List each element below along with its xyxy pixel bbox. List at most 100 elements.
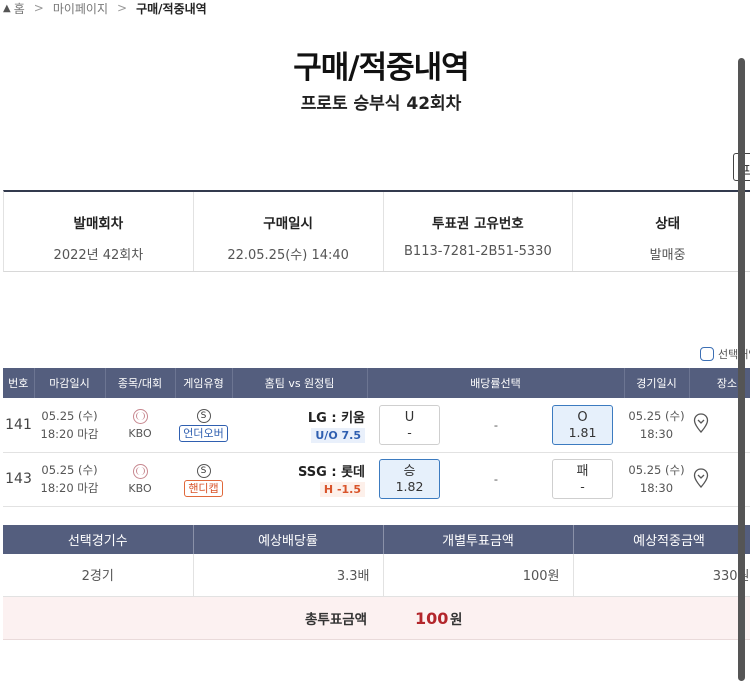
- odds-mid: -: [493, 417, 499, 432]
- breadcrumb-item-current: 구매/적중내역: [136, 1, 207, 16]
- line-badge: H -1.5: [319, 482, 365, 497]
- vertical-scrollbar[interactable]: [738, 58, 745, 681]
- odds-button-win[interactable]: 승 1.82: [379, 459, 440, 499]
- summary-table: 선택경기수 예상배당률 개별투표금액 예상적중금액 2경기 3.3배 100원 …: [3, 525, 750, 597]
- line-badge: U/O 7.5: [311, 427, 365, 443]
- odds-mid: -: [493, 472, 499, 486]
- summary-header: 선택경기수 예상배당률 개별투표금액 예상적중금액: [3, 525, 750, 554]
- table-header: 번호 마감일시 종목/대회 게임유형 홈팀 vs 원정팀 배당률선택 경기일시 …: [3, 368, 750, 398]
- chevron-right-icon: >: [33, 1, 44, 15]
- column-header: 경기일시: [624, 368, 690, 398]
- summary-row: 2경기 3.3배 100원 330원: [3, 554, 750, 597]
- game-date-cell: 05.25 (수) 18:30: [624, 452, 689, 507]
- info-status: 상태 발매중: [573, 192, 750, 271]
- chevron-right-icon: >: [117, 1, 128, 15]
- odds-value: -: [407, 424, 412, 440]
- breadcrumb-item-mypage[interactable]: 마이페이지: [53, 0, 108, 17]
- game-type-icon: S: [196, 409, 211, 424]
- odds-button-under[interactable]: U -: [379, 404, 440, 445]
- league-name: KBO: [128, 481, 152, 495]
- total-label: 총투표금액: [305, 612, 368, 628]
- odds-value: 1.81: [568, 424, 597, 440]
- league-cell: KBO: [105, 398, 175, 453]
- total-unit: 원: [450, 612, 463, 628]
- odds-label: O: [577, 409, 588, 425]
- game-type-cell: S 언더오버: [175, 398, 232, 453]
- game-type-tag: 언더오버: [179, 425, 228, 443]
- league-name: KBO: [128, 427, 152, 441]
- info-value: B113-7281-2B51-5330: [404, 244, 552, 259]
- odds-label: 승: [403, 464, 416, 479]
- location-pin-icon[interactable]: [693, 413, 709, 434]
- column-header: 마감일시: [34, 368, 106, 398]
- deadline-time: 18:20 마감: [40, 481, 99, 495]
- breadcrumb: ▲ 홈 > 마이페이지 > 구매/적중내역: [3, 0, 207, 16]
- column-header: 종목/대회: [105, 368, 176, 398]
- odds-button-over[interactable]: O 1.81: [552, 404, 613, 445]
- page-subtitle: 프로토 승부식 42회차: [300, 94, 462, 114]
- info-value: 2022년 42회차: [53, 248, 144, 263]
- info-label: 구매일시: [263, 216, 313, 232]
- info-value: 발매중: [649, 248, 686, 263]
- odds-cell: 승 1.82 - 패 -: [367, 452, 624, 507]
- info-value: 22.05.25(수) 14:40: [227, 248, 349, 263]
- game-type-icon: S: [196, 463, 211, 478]
- games-table: 번호 마감일시 종목/대회 게임유형 홈팀 vs 원정팀 배당률선택 경기일시 …: [3, 368, 750, 507]
- column-header: 배당률선택: [367, 368, 625, 398]
- teams-cell: SSG : 롯데 H -1.5: [232, 452, 367, 507]
- odds-value: -: [580, 479, 585, 494]
- total-amount: 100: [415, 608, 449, 628]
- game-type-cell: S 핸디캡: [175, 452, 232, 507]
- deadline-date: 05.25 (수): [41, 408, 98, 423]
- game-date: 05.25 (수): [628, 463, 685, 477]
- purchase-info: 발매회차 2022년 42회차 구매일시 22.05.25(수) 14:40 투…: [3, 190, 750, 272]
- location-pin-icon[interactable]: [693, 467, 709, 488]
- deadline-cell: 05.25 (수) 18:20 마감: [34, 398, 105, 453]
- odds-button-lose[interactable]: 패 -: [552, 459, 613, 499]
- table-row: 141 05.25 (수) 18:20 마감 KBO S 언더오버 LG : 키…: [3, 398, 750, 453]
- game-time: 18:30: [639, 481, 674, 495]
- deadline-date: 05.25 (수): [41, 463, 98, 477]
- game-type-tag: 핸디캡: [184, 479, 223, 497]
- breadcrumb-home[interactable]: 홈: [14, 0, 25, 17]
- info-round: 발매회차 2022년 42회차: [4, 192, 194, 271]
- page-title: 구매/적중내역: [293, 50, 469, 86]
- deadline-time: 18:20 마감: [40, 426, 99, 441]
- odds-label: 패: [576, 464, 589, 479]
- expected-odds: 3.3배: [193, 554, 384, 597]
- game-number: 141: [3, 398, 34, 453]
- column-header: 홈팀 vs 원정팀: [232, 368, 368, 398]
- table-row: 143 05.25 (수) 18:20 마감 KBO S 핸디캡 SSG : 롯…: [3, 452, 750, 507]
- column-header: 개별투표금액: [383, 525, 574, 554]
- league-cell: KBO: [105, 452, 175, 507]
- column-header: 번호: [3, 368, 35, 398]
- baseball-icon: [132, 409, 148, 425]
- home-icon[interactable]: ▲: [3, 3, 11, 14]
- odds-value: 1.82: [395, 479, 424, 494]
- teams-name: LG : 키움: [307, 410, 365, 426]
- column-header: 게임유형: [175, 368, 233, 398]
- teams-name: SSG : 롯데: [298, 465, 365, 480]
- odds-cell: U - - O 1.81: [367, 398, 624, 453]
- info-label: 상태: [655, 216, 681, 232]
- checkbox[interactable]: [700, 347, 714, 361]
- deadline-cell: 05.25 (수) 18:20 마감: [34, 452, 105, 507]
- total-row: 총투표금액 100 원: [3, 597, 750, 640]
- expected-payout: 330원: [573, 554, 750, 597]
- game-date: 05.25 (수): [628, 408, 685, 423]
- column-header: 예상적중금액: [573, 525, 750, 554]
- select-label: 선택내역: [718, 348, 750, 361]
- info-label: 투표권 고유번호: [432, 216, 524, 232]
- info-purchase-date: 구매일시 22.05.25(수) 14:40: [194, 192, 384, 271]
- teams-cell: LG : 키움 U/O 7.5: [232, 398, 367, 453]
- game-number: 143: [3, 452, 34, 507]
- info-ticket-id: 투표권 고유번호 B113-7281-2B51-5330: [384, 192, 574, 271]
- selected-games-count: 2경기: [3, 554, 194, 597]
- info-label: 발매회차: [73, 216, 124, 232]
- column-header: 선택경기수: [3, 525, 194, 554]
- game-time: 18:30: [639, 426, 674, 441]
- bet-amount: 100원: [383, 554, 574, 597]
- odds-label: U: [404, 409, 415, 425]
- baseball-icon: [132, 463, 148, 479]
- game-date-cell: 05.25 (수) 18:30: [624, 398, 689, 453]
